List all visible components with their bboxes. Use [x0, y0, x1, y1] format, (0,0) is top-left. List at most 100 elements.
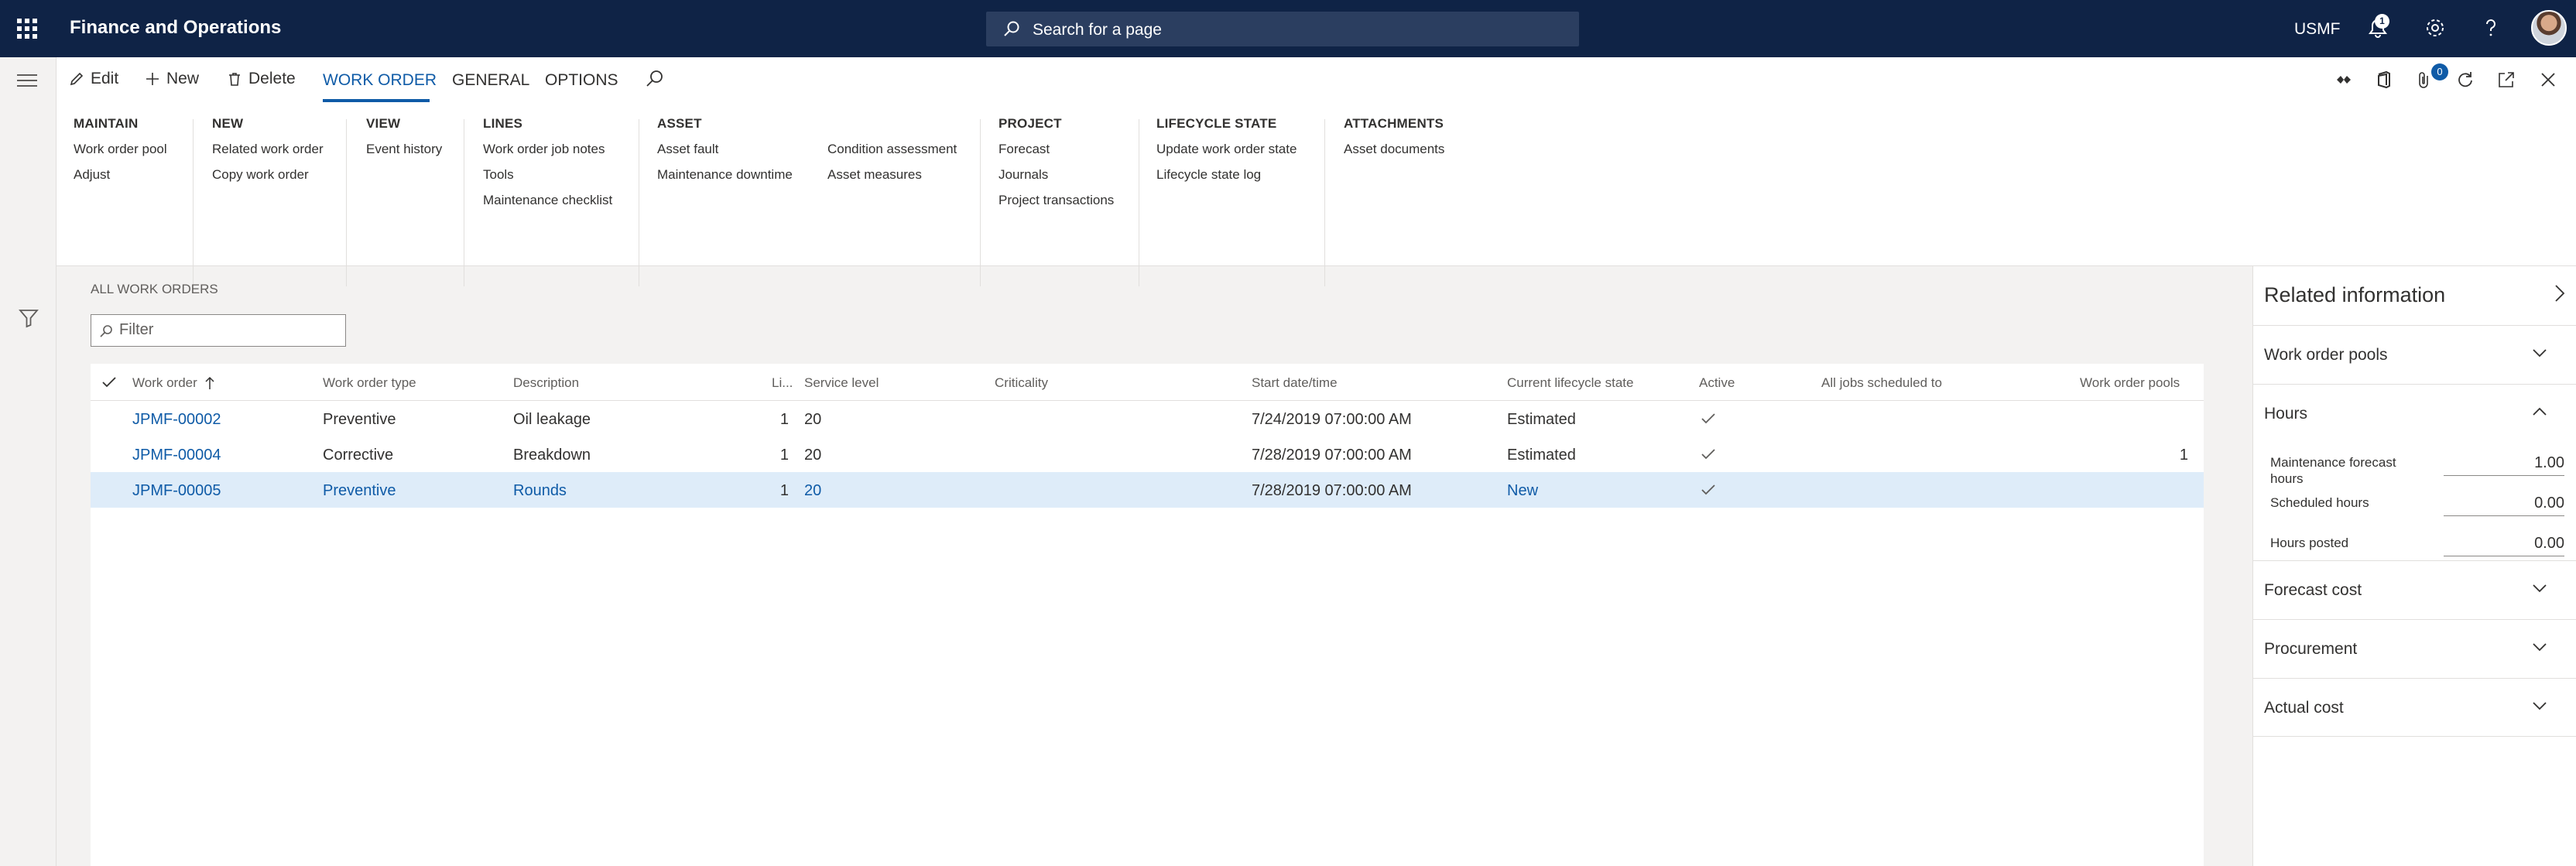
office-icon[interactable] — [2374, 70, 2394, 90]
cell-type: Preventive — [323, 482, 396, 499]
app-title[interactable]: Finance and Operations — [70, 17, 281, 39]
asset-fault-button[interactable]: Asset fault — [657, 136, 793, 162]
app-launcher-icon[interactable] — [17, 19, 37, 39]
tab-options[interactable]: OPTIONS — [545, 71, 618, 90]
work-order-link[interactable]: JPMF-00004 — [132, 447, 221, 464]
condition-assessment-button[interactable]: Condition assessment — [827, 136, 957, 162]
column-header-lifecycle-state[interactable]: Current lifecycle state — [1507, 375, 1633, 391]
column-header-all-jobs-scheduled[interactable]: All jobs scheduled to — [1821, 375, 1942, 391]
global-search[interactable]: Search for a page — [986, 12, 1579, 46]
maintenance-checklist-button[interactable]: Maintenance checklist — [483, 187, 612, 213]
close-icon[interactable] — [2538, 70, 2558, 90]
ribbon-divider — [346, 119, 347, 286]
plus-icon — [146, 73, 159, 85]
ribbon-group-lifecycle-state: LIFECYCLE STATE Update work order state … — [1156, 116, 1297, 187]
table-row[interactable]: JPMF-00004 Corrective Breakdown 1 20 7/2… — [91, 436, 2204, 472]
section-hours[interactable]: Hours Maintenance forecast hours 1.00 Sc… — [2253, 384, 2576, 560]
filter-box[interactable] — [91, 314, 346, 347]
update-work-order-state-button[interactable]: Update work order state — [1156, 136, 1297, 162]
delete-label: Delete — [248, 70, 296, 87]
ribbon-group-asset: ASSET Asset fault Maintenance downtime — [657, 116, 793, 187]
work-order-link[interactable]: JPMF-00002 — [132, 411, 221, 429]
cell-lines: 1 — [779, 447, 789, 464]
new-button[interactable]: New — [145, 70, 199, 88]
work-order-pool-button[interactable]: Work order pool — [74, 136, 167, 162]
field-value[interactable]: 0.00 — [2444, 532, 2564, 556]
ribbon-group-maintain: MAINTAIN Work order pool Adjust — [74, 116, 167, 187]
chevron-down-icon — [2533, 349, 2547, 358]
column-header-work-order-type[interactable]: Work order type — [323, 375, 416, 391]
field-label: Hours posted — [2270, 536, 2349, 550]
grid-scrollbar[interactable] — [2204, 364, 2216, 866]
power-apps-icon[interactable] — [2334, 70, 2354, 90]
search-icon — [100, 325, 112, 337]
field-value[interactable]: 1.00 — [2444, 451, 2564, 476]
work-order-job-notes-button[interactable]: Work order job notes — [483, 136, 612, 162]
column-header-work-order-pools[interactable]: Work order pools — [2080, 375, 2180, 391]
chevron-down-icon — [2533, 643, 2547, 652]
column-header-description[interactable]: Description — [513, 375, 579, 391]
new-label: New — [166, 70, 200, 87]
filter-input[interactable] — [119, 321, 336, 339]
tools-button[interactable]: Tools — [483, 162, 612, 187]
ribbon-divider — [980, 119, 981, 286]
maintenance-downtime-button[interactable]: Maintenance downtime — [657, 162, 793, 187]
edit-button[interactable]: Edit — [69, 70, 118, 88]
gear-icon[interactable] — [2423, 15, 2448, 40]
asset-measures-button[interactable]: Asset measures — [827, 162, 957, 187]
ribbon-group-lines: LINES Work order job notes Tools Mainten… — [483, 116, 612, 213]
column-header-lines[interactable]: Li... — [772, 375, 793, 391]
ribbon-divider — [1324, 119, 1325, 286]
ribbon-group-attachments: ATTACHMENTS Asset documents — [1344, 116, 1444, 162]
forecast-button[interactable]: Forecast — [999, 136, 1114, 162]
field-label: Scheduled hours — [2270, 495, 2369, 510]
field-label: Maintenance forecast hours — [2270, 455, 2396, 486]
column-header-start-date[interactable]: Start date/time — [1252, 375, 1338, 391]
section-label: Forecast cost — [2264, 581, 2362, 599]
open-new-window-icon[interactable] — [2496, 70, 2516, 90]
active-checkmark-icon — [1701, 413, 1715, 424]
refresh-icon[interactable] — [2454, 70, 2475, 90]
project-transactions-button[interactable]: Project transactions — [999, 187, 1114, 213]
ribbon-group-header: VIEW — [366, 116, 401, 131]
work-order-link[interactable]: JPMF-00005 — [132, 482, 221, 500]
maintenance-forecast-hours-field: Maintenance forecast hours 1.00 — [2270, 451, 2564, 488]
ribbon-group-project: PROJECT Forecast Journals Project transa… — [999, 116, 1114, 213]
ribbon-group-header: MAINTAIN — [74, 116, 139, 131]
column-header-service-level[interactable]: Service level — [804, 375, 879, 391]
select-all-checkmark-icon[interactable] — [101, 375, 117, 389]
help-icon[interactable] — [2478, 15, 2503, 40]
company-selector[interactable]: USMF — [2294, 20, 2341, 39]
ribbon-group-view: VIEW Event history — [366, 116, 442, 162]
tab-general[interactable]: GENERAL — [452, 71, 529, 90]
table-row[interactable]: JPMF-00002 Preventive Oil leakage 1 20 7… — [91, 401, 2204, 436]
chevron-right-icon[interactable] — [2554, 283, 2566, 303]
copy-work-order-button[interactable]: Copy work order — [212, 162, 324, 187]
journals-button[interactable]: Journals — [999, 162, 1114, 187]
section-forecast-cost[interactable]: Forecast cost — [2253, 560, 2576, 619]
asset-documents-button[interactable]: Asset documents — [1344, 136, 1444, 162]
user-avatar[interactable] — [2531, 10, 2567, 46]
tab-work-order[interactable]: WORK ORDER — [323, 71, 437, 90]
section-actual-cost[interactable]: Actual cost — [2253, 678, 2576, 737]
section-work-order-pools[interactable]: Work order pools — [2253, 325, 2576, 384]
adjust-button[interactable]: Adjust — [74, 162, 167, 187]
active-checkmark-icon — [1701, 484, 1715, 495]
lifecycle-state-log-button[interactable]: Lifecycle state log — [1156, 162, 1297, 187]
cell-lifecycle-state: New — [1507, 482, 1539, 499]
table-row-selected[interactable]: JPMF-00005 Preventive Rounds 1 20 7/28/2… — [91, 472, 2204, 508]
hamburger-menu-icon[interactable] — [17, 74, 37, 91]
column-header-work-order[interactable]: Work order — [132, 375, 214, 391]
related-work-order-button[interactable]: Related work order — [212, 136, 324, 162]
search-actions-icon[interactable] — [645, 68, 665, 88]
column-header-active[interactable]: Active — [1699, 375, 1735, 391]
delete-button[interactable]: Delete — [227, 70, 296, 88]
section-procurement[interactable]: Procurement — [2253, 619, 2576, 678]
filter-pane-icon[interactable] — [19, 308, 39, 328]
list-caption: ALL WORK ORDERS — [91, 282, 218, 296]
event-history-button[interactable]: Event history — [366, 136, 442, 162]
cell-work-order-pools: 1 — [2179, 447, 2188, 464]
ribbon-group-spacer — [827, 116, 957, 136]
column-header-criticality[interactable]: Criticality — [995, 375, 1048, 391]
field-value[interactable]: 0.00 — [2444, 491, 2564, 516]
